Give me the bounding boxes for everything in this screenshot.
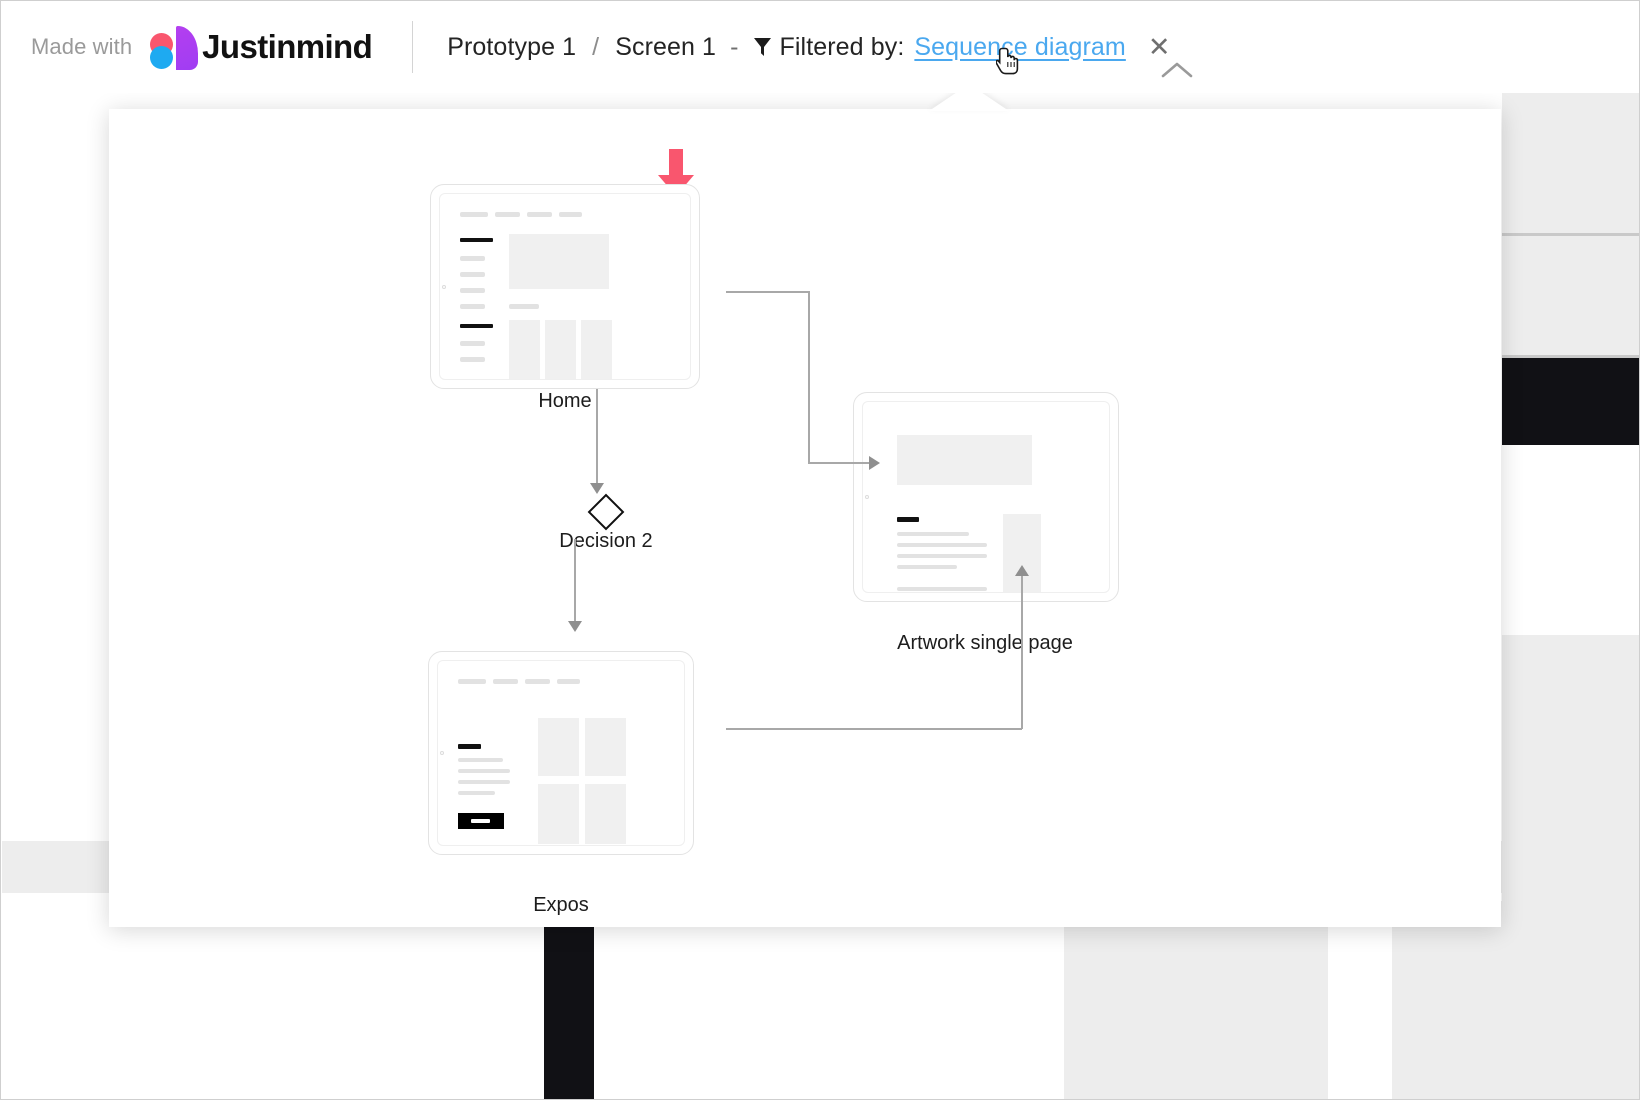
top-bar: Made with Justinmind Prototype 1 / Scree… (1, 1, 1639, 93)
breadcrumb-separator: / (592, 32, 600, 61)
brand-name[interactable]: Justinmind (202, 28, 373, 66)
connector-home-to-decision (596, 389, 598, 489)
chevron-up-icon[interactable] (1161, 61, 1193, 81)
filter-value-link[interactable]: Sequence diagram (914, 33, 1125, 62)
screen-inner-expos (437, 660, 685, 846)
connector-decision-to-expos (574, 539, 576, 627)
logo-circle-blue (150, 46, 174, 69)
breadcrumb-screen[interactable]: Screen 1 (615, 33, 716, 62)
screen-inner-home (439, 193, 691, 380)
connector-expos-to-artwork-h (726, 728, 1022, 730)
screen-label-home: Home (538, 390, 592, 412)
screen-thumbnail-expos[interactable] (428, 651, 694, 855)
screen-label-artwork: Artwork single page (897, 632, 1073, 654)
arrowhead-decision-to-expos (568, 621, 582, 632)
frame-dot (865, 495, 869, 499)
funnel-filter-icon (753, 36, 772, 58)
screen-thumbnail-artwork[interactable] (853, 392, 1119, 602)
arrowhead-home-to-artwork (869, 456, 880, 470)
connector-home-to-artwork-h1 (726, 291, 809, 293)
logo-blade (176, 26, 199, 70)
screen-inner-artwork (862, 401, 1110, 593)
bg-band-right-top (1502, 93, 1639, 233)
justinmind-prototype-viewer: Made with Justinmind Prototype 1 / Scree… (0, 0, 1640, 1100)
close-icon[interactable]: ✕ (1148, 33, 1171, 61)
frame-dot (440, 751, 444, 755)
connector-home-to-artwork-h2 (808, 462, 871, 464)
bg-sheet-right-lower (1502, 445, 1639, 635)
breadcrumb-dash: - (730, 32, 739, 61)
bg-card-lower-left (1064, 901, 1328, 1099)
arrowhead-expos-to-artwork (1015, 565, 1029, 576)
justinmind-logo-icon[interactable] (150, 19, 199, 75)
sequence-diagram-popup: Home Decision 2 Expos Artwork single pag… (109, 109, 1501, 927)
arrowhead-home-to-decision (590, 483, 604, 494)
diagram-canvas[interactable]: Home Decision 2 Expos Artwork single pag… (109, 109, 1501, 927)
frame-dot (442, 284, 446, 289)
topbar-divider (412, 21, 414, 73)
decision-node-diamond[interactable] (587, 493, 625, 531)
connector-expos-to-artwork-v (1021, 575, 1023, 729)
top-bar-inner: Made with Justinmind Prototype 1 / Scree… (1, 1, 1171, 93)
screen-label-expos: Expos (533, 894, 589, 916)
breadcrumb-prototype[interactable]: Prototype 1 (447, 33, 576, 62)
filter-label: Filtered by: (779, 32, 905, 61)
bg-dark-block-right (1502, 358, 1639, 445)
connector-home-to-artwork-v (808, 291, 810, 463)
made-with-label: Made with (31, 34, 133, 59)
breadcrumb: Prototype 1 / Screen 1 - Filtered by: Se… (447, 33, 1170, 62)
screen-thumbnail-home[interactable] (430, 184, 700, 389)
screen-label-decision: Decision 2 (559, 530, 653, 552)
bg-band-right-mid (1502, 236, 1639, 355)
bg-card-lower-right (1392, 901, 1639, 1099)
